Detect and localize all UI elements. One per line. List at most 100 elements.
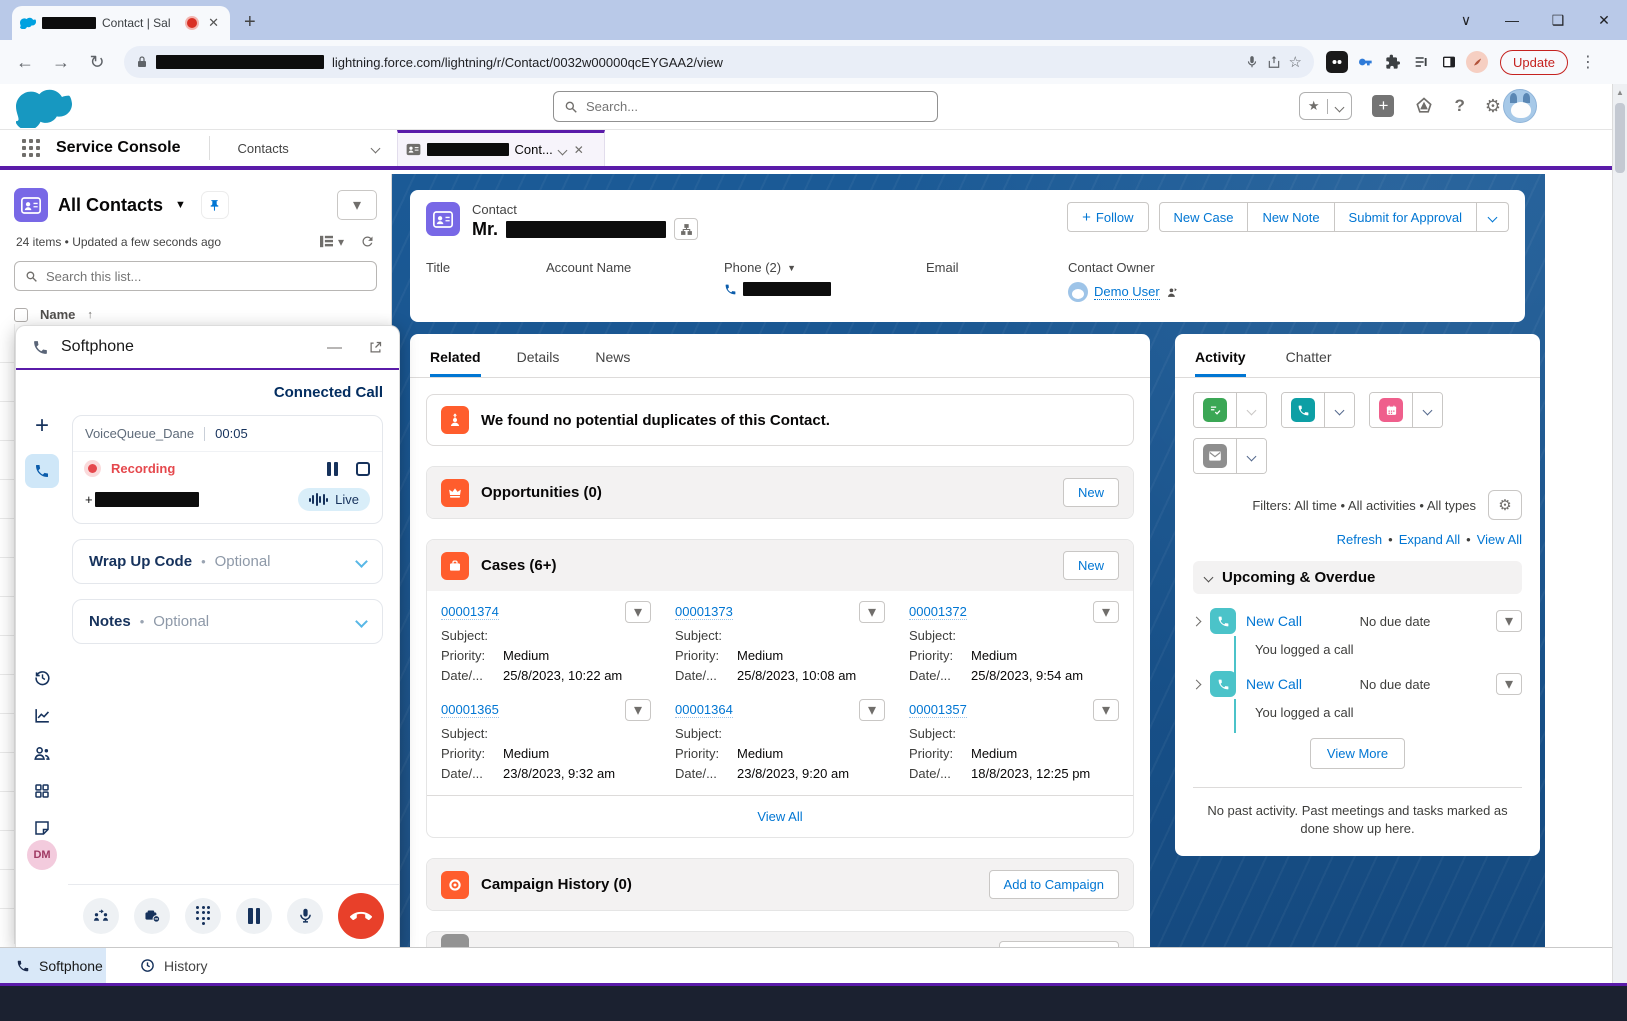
add-to-campaign-button[interactable]: Add to Campaign — [989, 870, 1119, 899]
park-call-button[interactable] — [134, 898, 170, 934]
dialpad-button[interactable] — [185, 898, 221, 934]
window-maximize-icon[interactable]: ❑ — [1535, 12, 1581, 29]
case-actions-chevron[interactable]: ▾ — [1093, 601, 1119, 623]
case-number-link[interactable]: 00001374 — [441, 604, 499, 620]
upcoming-overdue-section[interactable]: Upcoming & Overdue — [1193, 561, 1522, 594]
submit-for-approval-button[interactable]: Submit for Approval — [1335, 202, 1477, 232]
case-number-link[interactable]: 00001373 — [675, 604, 733, 620]
extension-key-icon[interactable] — [1354, 51, 1376, 73]
log-call-button[interactable] — [1282, 393, 1324, 427]
change-owner-icon[interactable] — [1166, 286, 1179, 299]
case-number-link[interactable]: 00001372 — [909, 604, 967, 620]
new-event-chevron-button[interactable] — [1412, 393, 1442, 427]
list-search[interactable] — [14, 261, 377, 291]
activity-item-chevron[interactable]: ▾ — [1496, 673, 1522, 695]
transfer-call-button[interactable] — [83, 898, 119, 934]
app-launcher-waffle-icon[interactable] — [22, 139, 40, 157]
end-call-button[interactable] — [338, 893, 384, 939]
window-minimize-icon[interactable]: — — [1489, 12, 1535, 28]
page-scrollbar[interactable]: ▲ — [1612, 84, 1627, 983]
activity-item-link[interactable]: New Call — [1246, 613, 1302, 629]
browser-menu-kebab-icon[interactable]: ⋮ — [1574, 52, 1602, 72]
browser-back-icon[interactable]: ← — [10, 52, 40, 73]
notes-section[interactable]: Notes • Optional — [72, 599, 383, 644]
expand-item-chevron-icon[interactable] — [1192, 616, 1202, 626]
tab-news[interactable]: News — [595, 349, 630, 377]
expand-all-link[interactable]: Expand All — [1399, 532, 1460, 547]
tab-activity[interactable]: Activity — [1195, 349, 1246, 377]
browser-reload-icon[interactable]: ↻ — [82, 52, 112, 73]
refresh-link[interactable]: Refresh — [1337, 532, 1383, 547]
rail-notes-icon[interactable] — [33, 819, 51, 837]
guidance-center-icon[interactable] — [1414, 96, 1434, 116]
list-search-input[interactable] — [46, 269, 366, 284]
rail-phone-tab-active[interactable] — [25, 454, 59, 488]
opportunities-title[interactable]: Opportunities (0) — [481, 484, 602, 501]
tab-related[interactable]: Related — [430, 349, 481, 377]
view-all-link[interactable]: View All — [1477, 532, 1522, 547]
microphone-icon[interactable] — [1245, 55, 1259, 69]
display-as-chevron-icon[interactable]: ▾ — [338, 235, 344, 249]
cases-title[interactable]: Cases (6+) — [481, 557, 556, 574]
new-note-button[interactable]: New Note — [1248, 202, 1334, 232]
select-all-checkbox[interactable] — [14, 308, 28, 322]
window-close-icon[interactable]: ✕ — [1581, 12, 1627, 29]
wrap-up-expand-chevron-icon[interactable] — [355, 555, 368, 568]
new-case-button[interactable]: New Case — [1159, 202, 1249, 232]
agent-avatar[interactable]: DM — [27, 840, 57, 870]
workspace-tab-contact[interactable]: Cont... ✕ — [397, 130, 605, 166]
help-icon[interactable]: ? — [1454, 96, 1464, 116]
workspace-tab-chevron-icon[interactable] — [559, 141, 566, 159]
window-menu-chevron-icon[interactable]: ∨ — [1443, 12, 1489, 29]
setup-gear-icon[interactable]: ⚙ — [1485, 96, 1501, 117]
more-actions-chevron-button[interactable] — [1477, 202, 1509, 232]
new-tab-button[interactable]: + — [244, 11, 256, 34]
activity-item-link[interactable]: New Call — [1246, 676, 1302, 692]
new-case-list-button[interactable]: New — [1063, 551, 1119, 580]
mute-microphone-button[interactable] — [287, 898, 323, 934]
side-panel-icon[interactable] — [1438, 51, 1460, 73]
new-event-button[interactable] — [1370, 393, 1412, 427]
new-opportunity-button[interactable]: New — [1063, 478, 1119, 507]
new-task-button[interactable] — [1194, 393, 1236, 427]
view-hierarchy-button[interactable] — [674, 218, 698, 240]
rail-history-icon[interactable] — [33, 668, 52, 687]
browser-profile-avatar[interactable] — [1466, 51, 1488, 73]
rail-analytics-icon[interactable] — [33, 706, 52, 725]
email-chevron-button[interactable] — [1236, 439, 1266, 473]
wrap-up-code-section[interactable]: Wrap Up Code • Optional — [72, 539, 383, 584]
phone-field-value[interactable] — [724, 282, 870, 296]
list-view-controls-button[interactable]: ▾ — [337, 190, 377, 220]
follow-button[interactable]: +Follow — [1067, 202, 1148, 232]
view-more-button[interactable]: View More — [1310, 738, 1405, 769]
utility-history-tab[interactable]: History — [120, 948, 228, 983]
global-search-input[interactable] — [586, 99, 927, 114]
refresh-icon[interactable] — [360, 234, 375, 249]
stop-recording-icon[interactable] — [356, 462, 370, 476]
favorites-star-icon[interactable]: ★ — [1300, 98, 1328, 114]
task-chevron-button[interactable] — [1236, 393, 1266, 427]
phone-dropdown-icon[interactable]: ▼ — [787, 263, 796, 273]
activity-settings-gear-button[interactable]: ⚙ — [1488, 490, 1522, 520]
phone-field-label[interactable]: Phone (2)▼ — [724, 260, 870, 275]
list-view-chevron-icon[interactable]: ▼ — [175, 199, 186, 211]
case-number-link[interactable]: 00001365 — [441, 702, 499, 718]
activity-item-chevron[interactable]: ▾ — [1496, 610, 1522, 632]
campaign-history-title[interactable]: Campaign History (0) — [481, 876, 632, 893]
utility-softphone-tab[interactable]: Softphone — [0, 948, 106, 983]
owner-link[interactable]: Demo User — [1094, 284, 1160, 300]
rail-apps-grid-icon[interactable] — [33, 782, 51, 800]
case-actions-chevron[interactable]: ▾ — [625, 601, 651, 623]
browser-tab[interactable]: Contact | Sal ✕ — [12, 6, 230, 40]
nav-tab-contacts[interactable]: Contacts — [224, 130, 364, 166]
scrollbar-thumb[interactable] — [1615, 103, 1625, 173]
global-actions-plus-icon[interactable]: + — [1372, 95, 1394, 117]
name-column-header[interactable]: Name — [40, 307, 75, 322]
tab-close-icon[interactable]: ✕ — [205, 15, 222, 31]
pin-icon[interactable] — [202, 192, 228, 218]
tab-chatter[interactable]: Chatter — [1286, 349, 1332, 377]
share-icon[interactable] — [1267, 55, 1281, 69]
address-bar[interactable]: lightning.force.com/lightning/r/Contact/… — [124, 46, 1314, 78]
tab-list-chevron-icon[interactable] — [372, 139, 379, 157]
email-button[interactable] — [1194, 439, 1236, 473]
